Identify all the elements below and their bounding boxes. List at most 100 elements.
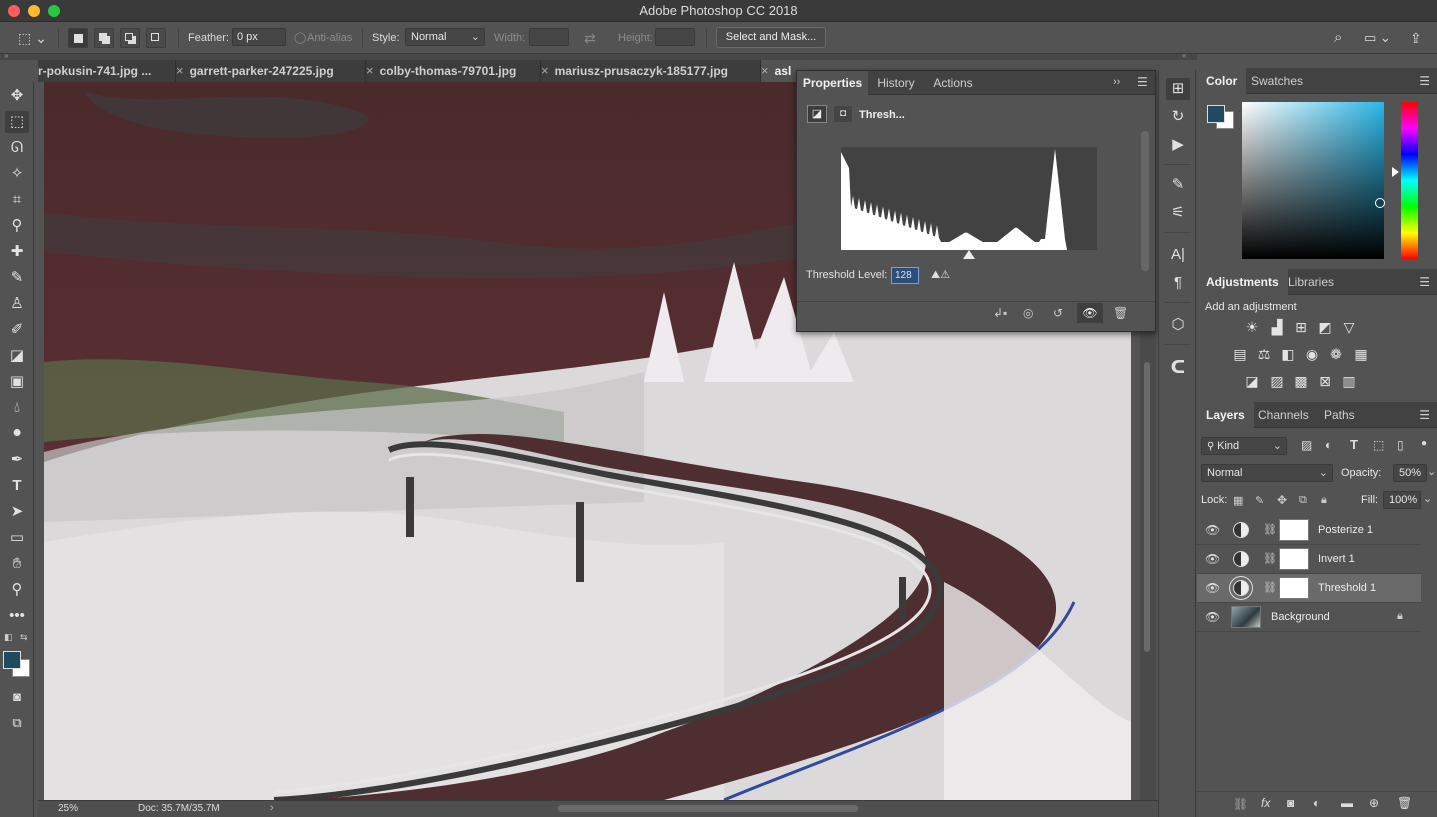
layer-row[interactable]: 👁︎ Background 🔒︎ [1197, 603, 1421, 632]
link-chain-icon[interactable]: ⛓︎ [1263, 523, 1277, 536]
zoom-tool-icon[interactable]: ⚲ [5, 579, 29, 601]
horizontal-scroll-thumb[interactable] [558, 805, 858, 812]
color-panel-foreground-swatch[interactable] [1207, 105, 1225, 123]
threshold-slider[interactable] [963, 250, 975, 259]
3d-panel-icon[interactable]: ⬡ [1166, 314, 1190, 336]
brush-settings-panel-icon[interactable]: ✎ [1166, 174, 1190, 196]
color-picker-marker[interactable] [1375, 198, 1385, 208]
visibility-eye-icon[interactable]: 👁︎ [1205, 581, 1220, 595]
vibrance-icon[interactable]: ▽ [1340, 318, 1358, 336]
lock-pixels-icon[interactable]: ✎ [1255, 494, 1264, 507]
swap-colors-icon[interactable]: ⇆ [20, 632, 28, 643]
close-tab-icon[interactable]: × [366, 63, 374, 78]
link-layers-icon[interactable]: ⛓︎ [1233, 797, 1248, 811]
brush-presets-panel-icon[interactable]: ⚟ [1166, 202, 1190, 224]
collapse-panel-icon[interactable]: ›› [1113, 76, 1120, 88]
scroll-thumb[interactable] [1144, 362, 1150, 652]
selective-color-icon[interactable]: ⊠ [1316, 372, 1334, 390]
threshold-icon[interactable]: ▩ [1292, 372, 1310, 390]
layer-row[interactable]: 👁︎ ⛓︎ Posterize 1 [1197, 516, 1421, 545]
curves-icon[interactable]: ⊞ [1292, 318, 1310, 336]
link-chain-icon[interactable]: ⛓︎ [1263, 581, 1277, 594]
layer-style-icon[interactable]: fx [1261, 796, 1270, 810]
style-select[interactable]: Normal ⌄ [405, 28, 485, 46]
invert-icon[interactable]: ◪ [1243, 372, 1261, 390]
black-white-icon[interactable]: ◧ [1279, 345, 1297, 363]
lasso-tool-icon[interactable]: ᘏ [5, 137, 29, 159]
feather-input[interactable]: 0 px [232, 28, 286, 46]
rectangular-marquee-tool-icon[interactable]: ⬚ [5, 111, 29, 133]
layer-row-selected[interactable]: 👁︎ ⛓︎ Threshold 1 [1197, 574, 1421, 603]
filter-smart-object-icon[interactable]: ▯ [1397, 438, 1404, 452]
height-input[interactable] [655, 28, 695, 46]
default-colors-icon[interactable]: ◧ [4, 632, 13, 643]
hand-tool-icon[interactable]: ✋︎ [5, 553, 29, 575]
document-tab[interactable]: × mariusz-prusaczyk-185177.jpg [541, 60, 761, 82]
document-tab[interactable]: r-pokusin-741.jpg ... [38, 60, 176, 82]
eraser-tool-icon[interactable]: ◪ [5, 345, 29, 367]
search-icon[interactable]: ⌕ [1334, 28, 1342, 48]
hue-slider-marker[interactable] [1392, 167, 1399, 177]
filter-type-icon[interactable]: T [1350, 437, 1358, 452]
lock-artboard-icon[interactable]: ⧉ [1299, 494, 1307, 507]
layer-name[interactable]: Background [1271, 611, 1330, 623]
fill-input[interactable]: 100% [1383, 491, 1421, 509]
close-tab-icon[interactable]: × [761, 63, 769, 78]
screen-mode-icon[interactable]: ⧉ [5, 712, 29, 734]
hue-saturation-icon[interactable]: ▤ [1231, 345, 1249, 363]
link-chain-icon[interactable]: ⛓︎ [1263, 552, 1277, 565]
tab-swatches[interactable]: Swatches [1242, 68, 1312, 94]
tab-layers[interactable]: Layers [1197, 402, 1254, 428]
layer-filter-kind-select[interactable]: ⚲ Kind ⌄ [1201, 437, 1287, 455]
actions-panel-icon[interactable]: ▶ [1166, 134, 1190, 156]
chevron-right-icon[interactable]: › [270, 802, 274, 814]
layer-name[interactable]: Invert 1 [1318, 553, 1355, 565]
color-field[interactable] [1242, 102, 1385, 259]
clip-to-layer-icon[interactable]: ↲▪ [993, 306, 1007, 320]
character-panel-icon[interactable]: A| [1166, 244, 1190, 266]
more-tools-icon[interactable]: ••• [5, 605, 29, 627]
levels-icon[interactable]: ▟ [1268, 318, 1286, 336]
panel-menu-icon[interactable]: ☰ [1419, 408, 1430, 422]
layer-mask-thumbnail[interactable] [1279, 548, 1309, 570]
properties-panel-icon[interactable]: ⊞ [1166, 78, 1190, 100]
threshold-level-input[interactable]: 128 [891, 267, 919, 284]
lock-transparent-icon[interactable]: ▦ [1233, 494, 1243, 507]
lock-position-icon[interactable]: ✥ [1277, 493, 1287, 507]
swap-dimensions-icon[interactable]: ⇄ [584, 28, 596, 48]
color-balance-icon[interactable]: ⚖︎ [1255, 345, 1273, 363]
layer-row[interactable]: 👁︎ ⛓︎ Invert 1 [1197, 545, 1421, 574]
toggle-visibility-icon[interactable]: 👁︎ [1077, 303, 1103, 323]
brush-tool-icon[interactable]: ✎ [5, 267, 29, 289]
panel-menu-icon[interactable]: ☰ [1419, 275, 1430, 289]
layer-image-thumbnail[interactable] [1231, 606, 1261, 628]
dodge-tool-icon[interactable]: ⚫︎ [5, 423, 29, 445]
gradient-map-icon[interactable]: ▥ [1340, 372, 1358, 390]
layer-mask-thumbnail[interactable] [1279, 577, 1309, 599]
magic-wand-tool-icon[interactable]: ✧ [5, 163, 29, 185]
filter-shape-icon[interactable]: ⬚ [1373, 438, 1384, 452]
brightness-contrast-icon[interactable]: ☀︎ [1243, 318, 1261, 336]
document-tab[interactable]: × colby-thomas-79701.jpg [366, 60, 541, 82]
tab-history[interactable]: History [868, 71, 924, 95]
filter-adjustment-icon[interactable]: ◐ [1325, 438, 1332, 452]
crop-tool-icon[interactable]: ⌗ [5, 189, 29, 211]
share-icon[interactable]: ⇪ [1410, 28, 1422, 48]
quick-mask-icon[interactable]: ◙ [5, 686, 29, 708]
new-layer-icon[interactable]: ⊕ [1369, 796, 1379, 810]
new-selection-button[interactable] [68, 28, 88, 48]
layer-mask-thumbnail[interactable] [1279, 519, 1309, 541]
exposure-icon[interactable]: ◩ [1316, 318, 1334, 336]
reset-adjustment-icon[interactable]: ↺ [1053, 306, 1063, 320]
workspace-icon[interactable]: ▭ ⌄ [1364, 28, 1391, 48]
collapse-icons-icon[interactable]: « [1182, 51, 1186, 60]
width-input[interactable] [529, 28, 569, 46]
panel-menu-icon[interactable]: ☰ [1137, 75, 1148, 89]
visibility-eye-icon[interactable]: 👁︎ [1205, 610, 1220, 624]
move-tool-icon[interactable]: ✥ [5, 85, 29, 107]
select-and-mask-button[interactable]: Select and Mask... [716, 27, 826, 48]
anti-alias-checkbox[interactable]: ◯ [294, 28, 306, 48]
panel-menu-icon[interactable]: ☰ [1419, 74, 1430, 88]
healing-brush-tool-icon[interactable]: ✚ [5, 241, 29, 263]
view-previous-state-icon[interactable]: ◎ [1023, 306, 1033, 320]
